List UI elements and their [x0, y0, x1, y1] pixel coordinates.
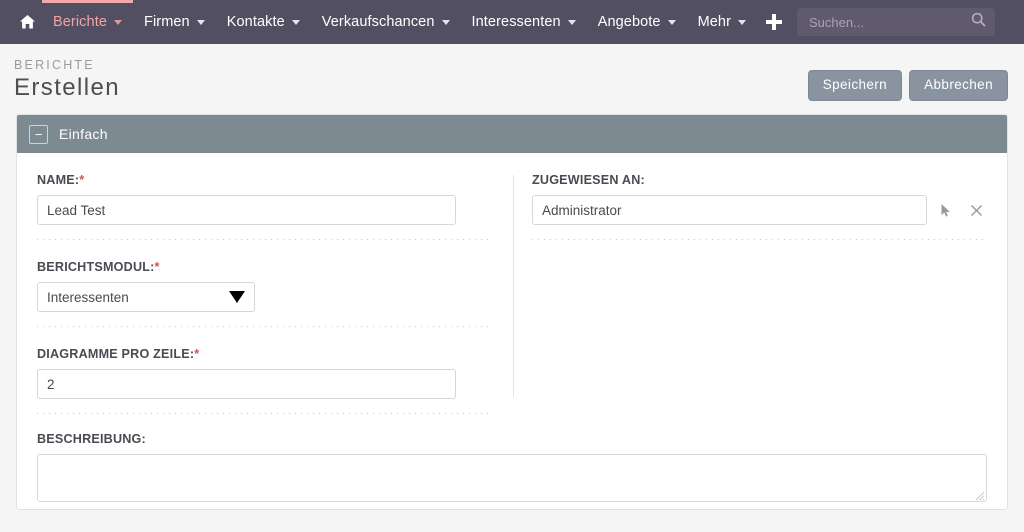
- nav-item-label: Angebote: [597, 14, 661, 30]
- nav-item-interessenten[interactable]: Interessenten: [461, 0, 587, 44]
- field-label-description: BESCHREIBUNG:: [37, 432, 987, 446]
- chevron-down-icon: [667, 19, 676, 25]
- header-actions: Speichern Abbrechen: [807, 70, 1008, 101]
- field-label-text: BERICHTSMODUL:: [37, 260, 155, 274]
- nav-item-firmen[interactable]: Firmen: [133, 0, 216, 44]
- field-name: NAME:*: [17, 153, 512, 240]
- assigned-to-control: [532, 195, 987, 225]
- form-spacer-cell: [512, 240, 1007, 327]
- field-separator: [37, 413, 492, 414]
- form-body: NAME:* ZUGEWIESEN AN:: [17, 153, 1007, 509]
- chevron-down-icon: [114, 19, 122, 25]
- nav-item-label: Verkaufschancen: [321, 14, 435, 30]
- clear-x-icon[interactable]: [965, 199, 987, 221]
- chevron-down-icon: [291, 19, 300, 25]
- chevron-down-icon: [441, 19, 450, 25]
- description-control: [37, 454, 987, 502]
- nav-item-label: Kontakte: [226, 14, 285, 30]
- nav-item-kontakte[interactable]: Kontakte: [216, 0, 311, 44]
- field-label-charts-per-row: DIAGRAMME PRO ZEILE:*: [37, 347, 492, 361]
- nav-item-label: Firmen: [144, 14, 190, 30]
- home-button[interactable]: [12, 0, 42, 44]
- plus-icon: [766, 14, 783, 30]
- nav-item-mehr[interactable]: Mehr: [687, 0, 757, 44]
- save-button[interactable]: Speichern: [807, 70, 903, 101]
- column-divider: [513, 175, 514, 397]
- pointer-select-icon[interactable]: [935, 199, 957, 221]
- form-row-2: BERICHTSMODUL:*: [17, 240, 1007, 327]
- field-label-text: ZUGEWIESEN AN:: [532, 173, 645, 187]
- chevron-down-icon: [738, 19, 747, 25]
- edit-panel: − Einfach NAME:* ZUGEWIESEN AN:: [16, 114, 1008, 510]
- nav-item-label: Berichte: [53, 14, 107, 30]
- field-label-name: NAME:*: [37, 173, 492, 187]
- nav-item-berichte[interactable]: Berichte: [42, 0, 133, 44]
- report-module-value[interactable]: [37, 282, 255, 312]
- field-label-report-module: BERICHTSMODUL:*: [37, 260, 492, 274]
- field-label-text: BESCHREIBUNG:: [37, 432, 146, 446]
- field-report-module: BERICHTSMODUL:*: [17, 240, 512, 327]
- nav-item-angebote[interactable]: Angebote: [587, 0, 687, 44]
- page-header: BERICHTE Erstellen Speichern Abbrechen: [0, 44, 1024, 114]
- required-marker: *: [194, 347, 200, 361]
- field-assigned-to: ZUGEWIESEN AN:: [512, 153, 1007, 240]
- search-icon[interactable]: [971, 12, 986, 32]
- charts-per-row-input[interactable]: [37, 369, 456, 399]
- panel-title: Einfach: [59, 126, 108, 142]
- chevron-down-icon: [196, 19, 205, 25]
- quick-create-button[interactable]: [757, 0, 791, 44]
- nav-item-label: Mehr: [697, 14, 732, 30]
- field-charts-per-row: DIAGRAMME PRO ZEILE:*: [17, 327, 512, 414]
- nav-item-verkaufschancen[interactable]: Verkaufschancen: [311, 0, 461, 44]
- field-description: BESCHREIBUNG:: [17, 414, 1007, 509]
- chevron-down-icon: [567, 19, 576, 25]
- field-label-assigned-to: ZUGEWIESEN AN:: [532, 173, 987, 187]
- required-marker: *: [79, 173, 85, 187]
- panel-header: − Einfach: [17, 115, 1007, 153]
- form-row-1: NAME:* ZUGEWIESEN AN:: [17, 153, 1007, 240]
- assigned-to-input[interactable]: [532, 195, 927, 225]
- collapse-toggle-button[interactable]: −: [29, 124, 48, 144]
- required-marker: *: [154, 260, 160, 274]
- report-module-select[interactable]: [37, 282, 255, 312]
- form-spacer-cell: [512, 327, 1007, 414]
- field-label-text: NAME:: [37, 173, 80, 187]
- main-navbar: Berichte Firmen Kontakte Verkaufschancen…: [0, 0, 1024, 44]
- description-textarea[interactable]: [37, 454, 987, 502]
- home-icon: [19, 14, 36, 30]
- field-label-text: DIAGRAMME PRO ZEILE:: [37, 347, 195, 361]
- nav-item-label: Interessenten: [471, 14, 561, 30]
- search-input[interactable]: [797, 8, 996, 36]
- form-row-3: DIAGRAMME PRO ZEILE:*: [17, 327, 1007, 414]
- cancel-button[interactable]: Abbrechen: [909, 70, 1008, 101]
- name-input[interactable]: [37, 195, 456, 225]
- global-search[interactable]: [797, 8, 996, 36]
